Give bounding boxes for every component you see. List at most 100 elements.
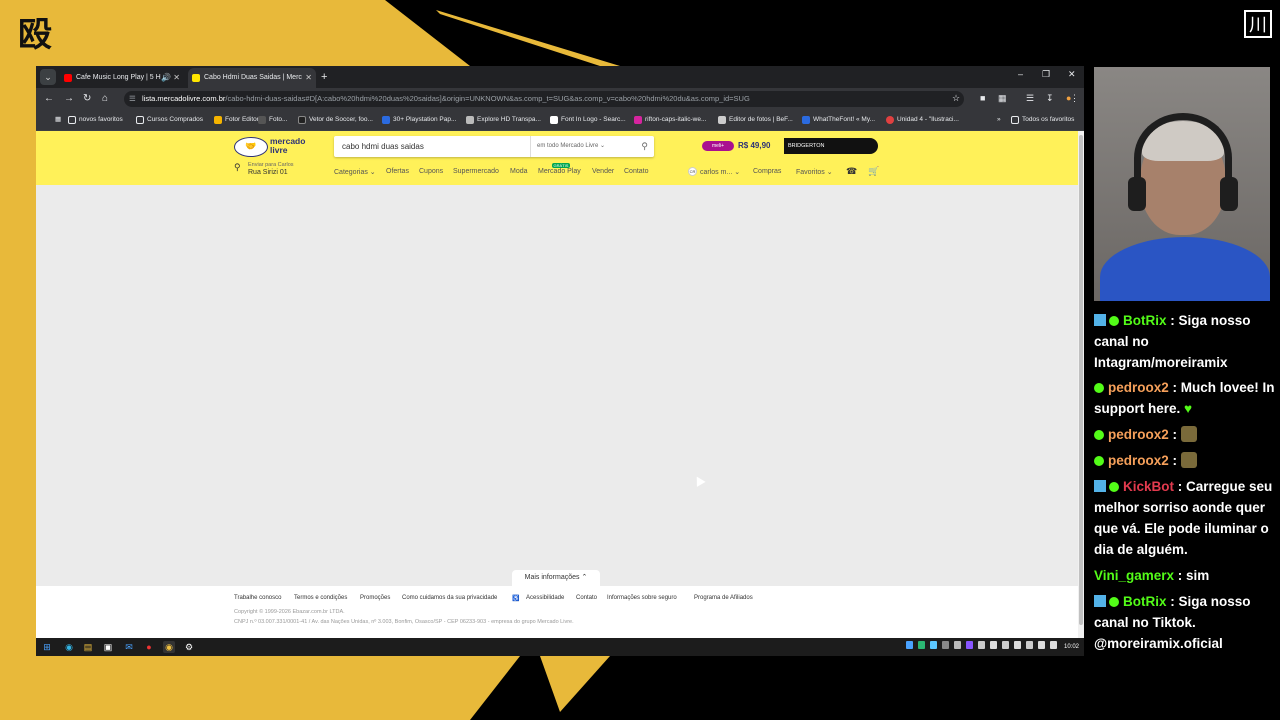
menu-kebab-icon[interactable]: ⋮ (1070, 93, 1079, 104)
footer-link[interactable]: Informações sobre seguro (607, 595, 677, 601)
search-scope-select[interactable]: em todo Mercado Livre ⌄ (530, 136, 605, 157)
footer-link[interactable]: Trabalhe conosco (234, 595, 281, 601)
footer-link[interactable]: Contato (576, 595, 597, 601)
cart-icon[interactable]: 🛒 (868, 166, 879, 177)
minimize-button[interactable]: – (1018, 69, 1023, 79)
brand-name[interactable]: mercado livre (270, 137, 305, 155)
edge-icon[interactable]: ◉ (63, 641, 75, 653)
search-bar[interactable]: cabo hdmi duas saidas em todo Mercado Li… (334, 136, 654, 157)
home-button[interactable]: ⌂ (102, 92, 108, 106)
mercado-livre-logo-icon[interactable]: 🤝 (234, 137, 268, 157)
bookmark-icon (382, 116, 390, 124)
user-menu[interactable]: carlos m... ⌄ (700, 168, 740, 176)
avatar[interactable]: CR (688, 167, 697, 176)
forward-button[interactable]: → (64, 92, 74, 106)
address-label[interactable]: Enviar para Carlos (248, 162, 294, 168)
restore-button[interactable]: ❐ (1042, 69, 1050, 80)
bookmark-folder[interactable]: Cursos Comprados (136, 110, 203, 130)
address-bar[interactable]: ☰ lista.mercadolivre.com.br/cabo-hdmi-du… (124, 91, 964, 107)
bookmark-item[interactable]: 30+ Playstation Pap... (382, 110, 456, 130)
tray-icon[interactable] (990, 641, 997, 649)
close-tab-icon[interactable]: ✕ (305, 68, 312, 88)
back-button[interactable]: ← (44, 92, 54, 106)
nav-categorias[interactable]: Categorias ⌄ (334, 168, 376, 176)
tray-icon[interactable] (918, 641, 925, 649)
apps-icon[interactable]: ▦ (44, 110, 61, 130)
reading-list-icon[interactable]: ☰ (1026, 93, 1034, 104)
company-info: CNPJ n.º 03.007.331/0001-41 / Av. das Na… (234, 619, 574, 625)
search-input[interactable]: cabo hdmi duas saidas (342, 136, 424, 157)
tab-mercado-livre[interactable]: Cabo Hdmi Duas Saidas | Merc ✕ (188, 68, 316, 88)
bookmark-folder[interactable]: novos favoritos (68, 110, 123, 130)
bookmark-item[interactable]: Fotor Editor (214, 110, 259, 130)
bookmark-item[interactable]: Vetor de Soccer, foo... (298, 110, 373, 130)
mail-icon[interactable]: ✉ (123, 641, 135, 653)
all-bookmarks-folder[interactable]: Todos os favoritos (1011, 110, 1074, 130)
nav-cupons[interactable]: Cupons (419, 168, 443, 175)
bookmark-item[interactable]: Explore HD Transpa... (466, 110, 541, 130)
more-bookmarks-icon[interactable]: » (986, 110, 1001, 130)
close-window-button[interactable]: ✕ (1068, 69, 1076, 80)
footer-link[interactable]: Programa de Afiliados (694, 595, 753, 601)
taskbar-clock[interactable]: 10:02 (1064, 638, 1079, 656)
bookmark-item[interactable]: WhatTheFont! « My... (802, 110, 875, 130)
tray-icon[interactable] (966, 641, 973, 649)
tray-icon[interactable] (906, 641, 913, 649)
search-icon[interactable]: ⚲ (641, 136, 648, 157)
nav-favoritos[interactable]: Favoritos ⌄ (796, 168, 833, 176)
footer-link[interactable]: Como cuidamos da sua privacidade (402, 595, 497, 601)
tray-icon[interactable] (930, 641, 937, 649)
volume-icon[interactable] (1050, 641, 1057, 649)
close-tab-icon[interactable]: 🔊 ✕ (161, 68, 180, 88)
tab-search-button[interactable]: ⌄ (40, 69, 56, 85)
store-icon[interactable]: ▣ (102, 641, 114, 653)
network-icon[interactable] (1038, 641, 1045, 649)
nav-ofertas[interactable]: Ofertas (386, 168, 409, 175)
scrollbar-thumb[interactable] (1079, 135, 1083, 625)
windows-start-icon[interactable]: ⊞ (41, 641, 53, 653)
tray-icon[interactable] (954, 641, 961, 649)
extensions-puzzle-icon[interactable]: ▦ (998, 93, 1007, 104)
download-icon[interactable]: ↧ (1046, 93, 1054, 104)
bookmark-item[interactable]: Unidad 4 - "Ilustraci... (886, 110, 959, 130)
headphone-cup (1128, 177, 1146, 211)
tray-icon[interactable] (1002, 641, 1009, 649)
chrome-icon[interactable]: ◉ (163, 641, 175, 653)
new-tab-button[interactable]: + (321, 68, 327, 86)
microphone-icon[interactable] (1014, 641, 1021, 649)
nav-vender[interactable]: Vender (592, 168, 614, 175)
bell-icon[interactable]: ☎ (846, 166, 857, 177)
chat-username: pedroox2 (1108, 380, 1169, 395)
footer-link[interactable]: Promoções (360, 595, 390, 601)
location-pin-icon: ⚲ (234, 162, 241, 172)
promo-banner[interactable]: meli+ R$ 49,90 BRIDGERTON (702, 138, 880, 154)
address-value[interactable]: Rua Sirizi 01 (248, 169, 288, 176)
bookmark-star-icon[interactable]: ☆ (952, 93, 960, 104)
tray-icon[interactable] (942, 641, 949, 649)
footer-link[interactable]: Acessibilidade (526, 595, 564, 601)
nav-supermercado[interactable]: Supermercado (453, 168, 499, 175)
promo-brand: BRIDGERTON (784, 138, 878, 154)
settings-gear-icon[interactable]: ⚙ (183, 641, 195, 653)
tray-icon[interactable] (978, 641, 985, 649)
app-icon[interactable]: ● (143, 641, 155, 653)
browser-window: ⌄ Cafe Music Long Play | 5 H 🔊 ✕ Cabo Hd… (36, 66, 1084, 656)
nav-compras[interactable]: Compras (753, 168, 781, 175)
reload-button[interactable]: ↻ (83, 92, 91, 106)
bookmark-item[interactable]: Editor de fotos | BeF... (718, 110, 793, 130)
kick-badge-icon (1094, 314, 1106, 326)
bookmark-item[interactable]: rifton-caps-italic-we... (634, 110, 706, 130)
file-explorer-icon[interactable]: ▤ (82, 641, 94, 653)
nav-mercado-play[interactable]: Mercado Play (538, 168, 581, 175)
extension-icon[interactable]: ■ (980, 93, 985, 103)
bookmark-item[interactable]: Foto... (258, 110, 287, 130)
page-scrollbar[interactable] (1078, 131, 1084, 638)
more-info-button[interactable]: Mais informações ⌃ (512, 570, 600, 586)
bookmark-item[interactable]: Font In Logo - Searc... (550, 110, 626, 130)
tray-icon[interactable] (1026, 641, 1033, 649)
site-info-icon[interactable]: ☰ (129, 91, 136, 107)
nav-contato[interactable]: Contato (624, 168, 649, 175)
tab-cafe-music[interactable]: Cafe Music Long Play | 5 H 🔊 ✕ (60, 68, 184, 88)
footer-link[interactable]: Termos e condições (294, 595, 347, 601)
nav-moda[interactable]: Moda (510, 168, 528, 175)
